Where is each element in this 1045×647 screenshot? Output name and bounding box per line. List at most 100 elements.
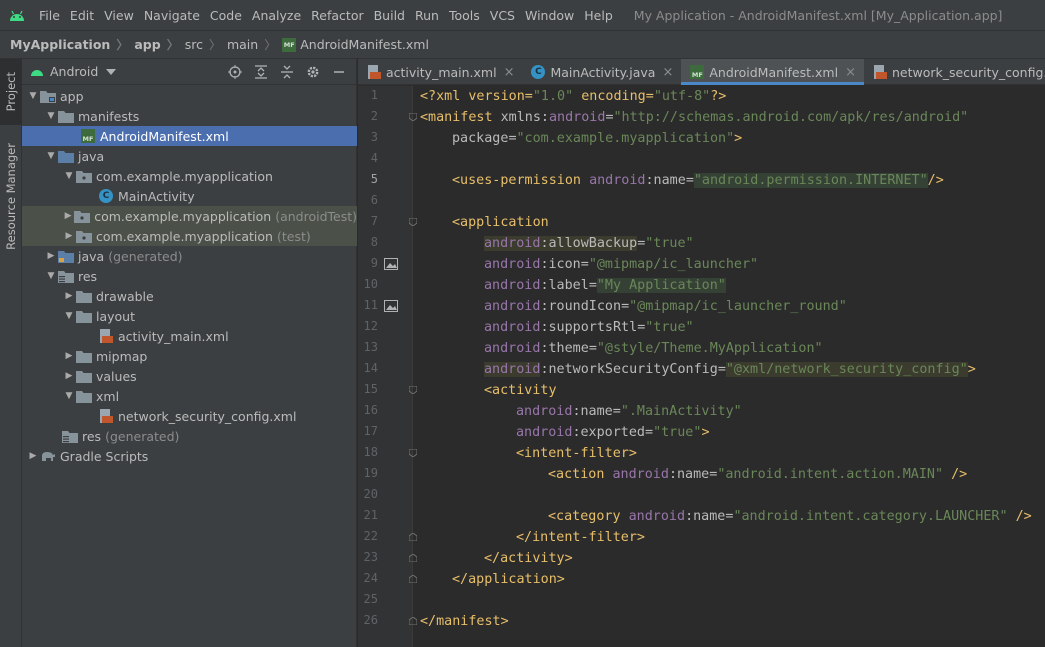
tree-label: xml bbox=[96, 389, 119, 404]
tab-network-security-config[interactable]: network_security_config.xml bbox=[864, 59, 1045, 85]
menu-navigate[interactable]: Navigate bbox=[139, 8, 205, 23]
tree-item-network-security-config[interactable]: network_security_config.xml bbox=[22, 406, 357, 426]
chevron-right-icon[interactable]: ▶ bbox=[26, 446, 40, 466]
menu-window[interactable]: Window bbox=[520, 8, 579, 23]
fold-marker-icon[interactable] bbox=[409, 449, 417, 457]
tree-item-drawable[interactable]: ▶ drawable bbox=[22, 286, 357, 306]
menu-view[interactable]: View bbox=[99, 8, 139, 23]
tree-item-activity-main-xml[interactable]: activity_main.xml bbox=[22, 326, 357, 346]
code-token: android bbox=[589, 173, 645, 188]
chevron-right-icon[interactable]: ▶ bbox=[62, 286, 76, 306]
folder-icon bbox=[76, 368, 92, 384]
gear-icon[interactable] bbox=[300, 59, 326, 85]
line-number: 5 bbox=[358, 172, 378, 186]
chevron-down-icon[interactable]: ▼ bbox=[62, 306, 76, 326]
menu-file[interactable]: File bbox=[34, 8, 65, 23]
breadcrumb-main[interactable]: main 〉 bbox=[227, 36, 282, 53]
line-number: 16 bbox=[358, 403, 378, 417]
chevron-down-icon[interactable]: ▼ bbox=[62, 386, 76, 406]
menu-vcs[interactable]: VCS bbox=[485, 8, 520, 23]
chevron-right-icon[interactable]: ▶ bbox=[62, 206, 74, 226]
code-token: ".MainActivity" bbox=[621, 404, 742, 419]
tree-item-androidmanifest[interactable]: MF AndroidManifest.xml bbox=[22, 126, 357, 146]
chevron-down-icon[interactable]: ▼ bbox=[44, 146, 58, 166]
chevron-right-icon[interactable]: ▶ bbox=[62, 346, 76, 366]
close-icon[interactable]: × bbox=[662, 65, 673, 80]
project-tool-tab[interactable]: Project bbox=[0, 59, 22, 125]
breadcrumb-module[interactable]: app〉 bbox=[134, 36, 184, 53]
chevron-right-icon[interactable]: ▶ bbox=[62, 226, 76, 246]
menu-code[interactable]: Code bbox=[205, 8, 247, 23]
menu-run[interactable]: Run bbox=[410, 8, 444, 23]
expand-all-icon[interactable] bbox=[248, 59, 274, 85]
code-editor[interactable]: 1 2 3 4 5 6 7 8 9 10 11 12 13 14 15 16 1… bbox=[358, 86, 1045, 647]
tree-label: MainActivity bbox=[118, 189, 195, 204]
chevron-down-icon[interactable]: ▼ bbox=[26, 86, 40, 106]
minimize-icon[interactable] bbox=[326, 59, 352, 85]
code-line-21: <category android:name="android.intent.c… bbox=[548, 506, 1032, 527]
menu-analyze[interactable]: Analyze bbox=[247, 8, 306, 23]
tab-mainactivity[interactable]: C MainActivity.java × bbox=[522, 59, 681, 85]
tree-item-gradle-scripts[interactable]: ▶ Gradle Scripts bbox=[22, 446, 357, 466]
fold-marker-icon[interactable] bbox=[409, 113, 417, 121]
fold-marker-icon[interactable] bbox=[409, 617, 417, 625]
code-token: "@mipmap/ic_launcher" bbox=[589, 257, 758, 272]
image-preview-icon[interactable] bbox=[384, 300, 398, 312]
fold-marker-icon[interactable] bbox=[409, 575, 417, 583]
collapse-all-icon[interactable] bbox=[274, 59, 300, 85]
code-token: = bbox=[621, 299, 629, 314]
tree-item-java[interactable]: ▼ java bbox=[22, 146, 357, 166]
fold-marker-icon[interactable] bbox=[409, 554, 417, 562]
view-selector[interactable]: Android bbox=[30, 64, 116, 79]
code-line-23: </activity> bbox=[484, 548, 573, 569]
breadcrumb-file[interactable]: MF AndroidManifest.xml bbox=[282, 37, 429, 52]
tree-item-app[interactable]: ▼ app bbox=[22, 86, 357, 106]
chevron-right-icon[interactable]: ▶ bbox=[62, 366, 76, 386]
window-title: My Application - AndroidManifest.xml [My… bbox=[634, 8, 1003, 23]
line-number: 2 bbox=[358, 109, 378, 123]
tree-item-manifests[interactable]: ▼ manifests bbox=[22, 106, 357, 126]
locate-file-icon[interactable] bbox=[222, 59, 248, 85]
tree-item-layout[interactable]: ▼ layout bbox=[22, 306, 357, 326]
resource-manager-label: Resource Manager bbox=[4, 143, 18, 250]
resource-manager-tool-tab[interactable]: Resource Manager bbox=[0, 137, 22, 255]
chevron-down-icon[interactable]: ▼ bbox=[62, 166, 76, 186]
tree-item-package-test[interactable]: ▶ com.example.myapplication (test) bbox=[22, 226, 357, 246]
tab-activity-main[interactable]: activity_main.xml × bbox=[358, 59, 522, 85]
code-line-3: package="com.example.myapplication"> bbox=[452, 128, 742, 149]
tree-item-package-main[interactable]: ▼ com.example.myapplication bbox=[22, 166, 357, 186]
menu-edit[interactable]: Edit bbox=[65, 8, 99, 23]
code-token: <?xml version= bbox=[420, 89, 533, 104]
menu-build[interactable]: Build bbox=[369, 8, 410, 23]
chevron-right-icon: 〉 bbox=[264, 36, 276, 53]
breadcrumb-src[interactable]: src〉 bbox=[185, 36, 227, 53]
resource-folder-icon bbox=[62, 428, 78, 444]
image-preview-icon[interactable] bbox=[384, 258, 398, 270]
tree-label: res bbox=[82, 429, 101, 444]
breadcrumb-project[interactable]: MyApplication〉 bbox=[10, 36, 134, 53]
tab-androidmanifest[interactable]: MF AndroidManifest.xml × bbox=[681, 59, 864, 85]
tree-item-mainactivity[interactable]: C MainActivity bbox=[22, 186, 357, 206]
fold-marker-icon[interactable] bbox=[409, 386, 417, 394]
close-icon[interactable]: × bbox=[504, 65, 515, 80]
menu-tools[interactable]: Tools bbox=[444, 8, 485, 23]
code-token: "android.intent.category.LAUNCHER" bbox=[733, 509, 1007, 524]
chevron-right-icon[interactable]: ▶ bbox=[44, 246, 58, 266]
tree-item-mipmap[interactable]: ▶ mipmap bbox=[22, 346, 357, 366]
code-line-13: android:theme="@style/Theme.MyApplicatio… bbox=[484, 338, 823, 359]
tree-item-res[interactable]: ▼ res bbox=[22, 266, 357, 286]
breadcrumb-main-label: main bbox=[227, 37, 258, 52]
tree-item-xml[interactable]: ▼ xml bbox=[22, 386, 357, 406]
menu-help[interactable]: Help bbox=[579, 8, 618, 23]
line-number: 13 bbox=[358, 340, 378, 354]
menu-refactor[interactable]: Refactor bbox=[306, 8, 368, 23]
close-icon[interactable]: × bbox=[845, 65, 856, 80]
tree-item-res-generated[interactable]: res (generated) bbox=[22, 426, 357, 446]
chevron-down-icon[interactable]: ▼ bbox=[44, 266, 58, 286]
fold-marker-icon[interactable] bbox=[409, 533, 417, 541]
fold-marker-icon[interactable] bbox=[409, 218, 417, 226]
tree-item-values[interactable]: ▶ values bbox=[22, 366, 357, 386]
chevron-down-icon[interactable]: ▼ bbox=[44, 106, 58, 126]
tree-item-package-androidtest[interactable]: ▶ com.example.myapplication (androidTest… bbox=[22, 206, 357, 226]
tree-item-java-generated[interactable]: ▶ java (generated) bbox=[22, 246, 357, 266]
